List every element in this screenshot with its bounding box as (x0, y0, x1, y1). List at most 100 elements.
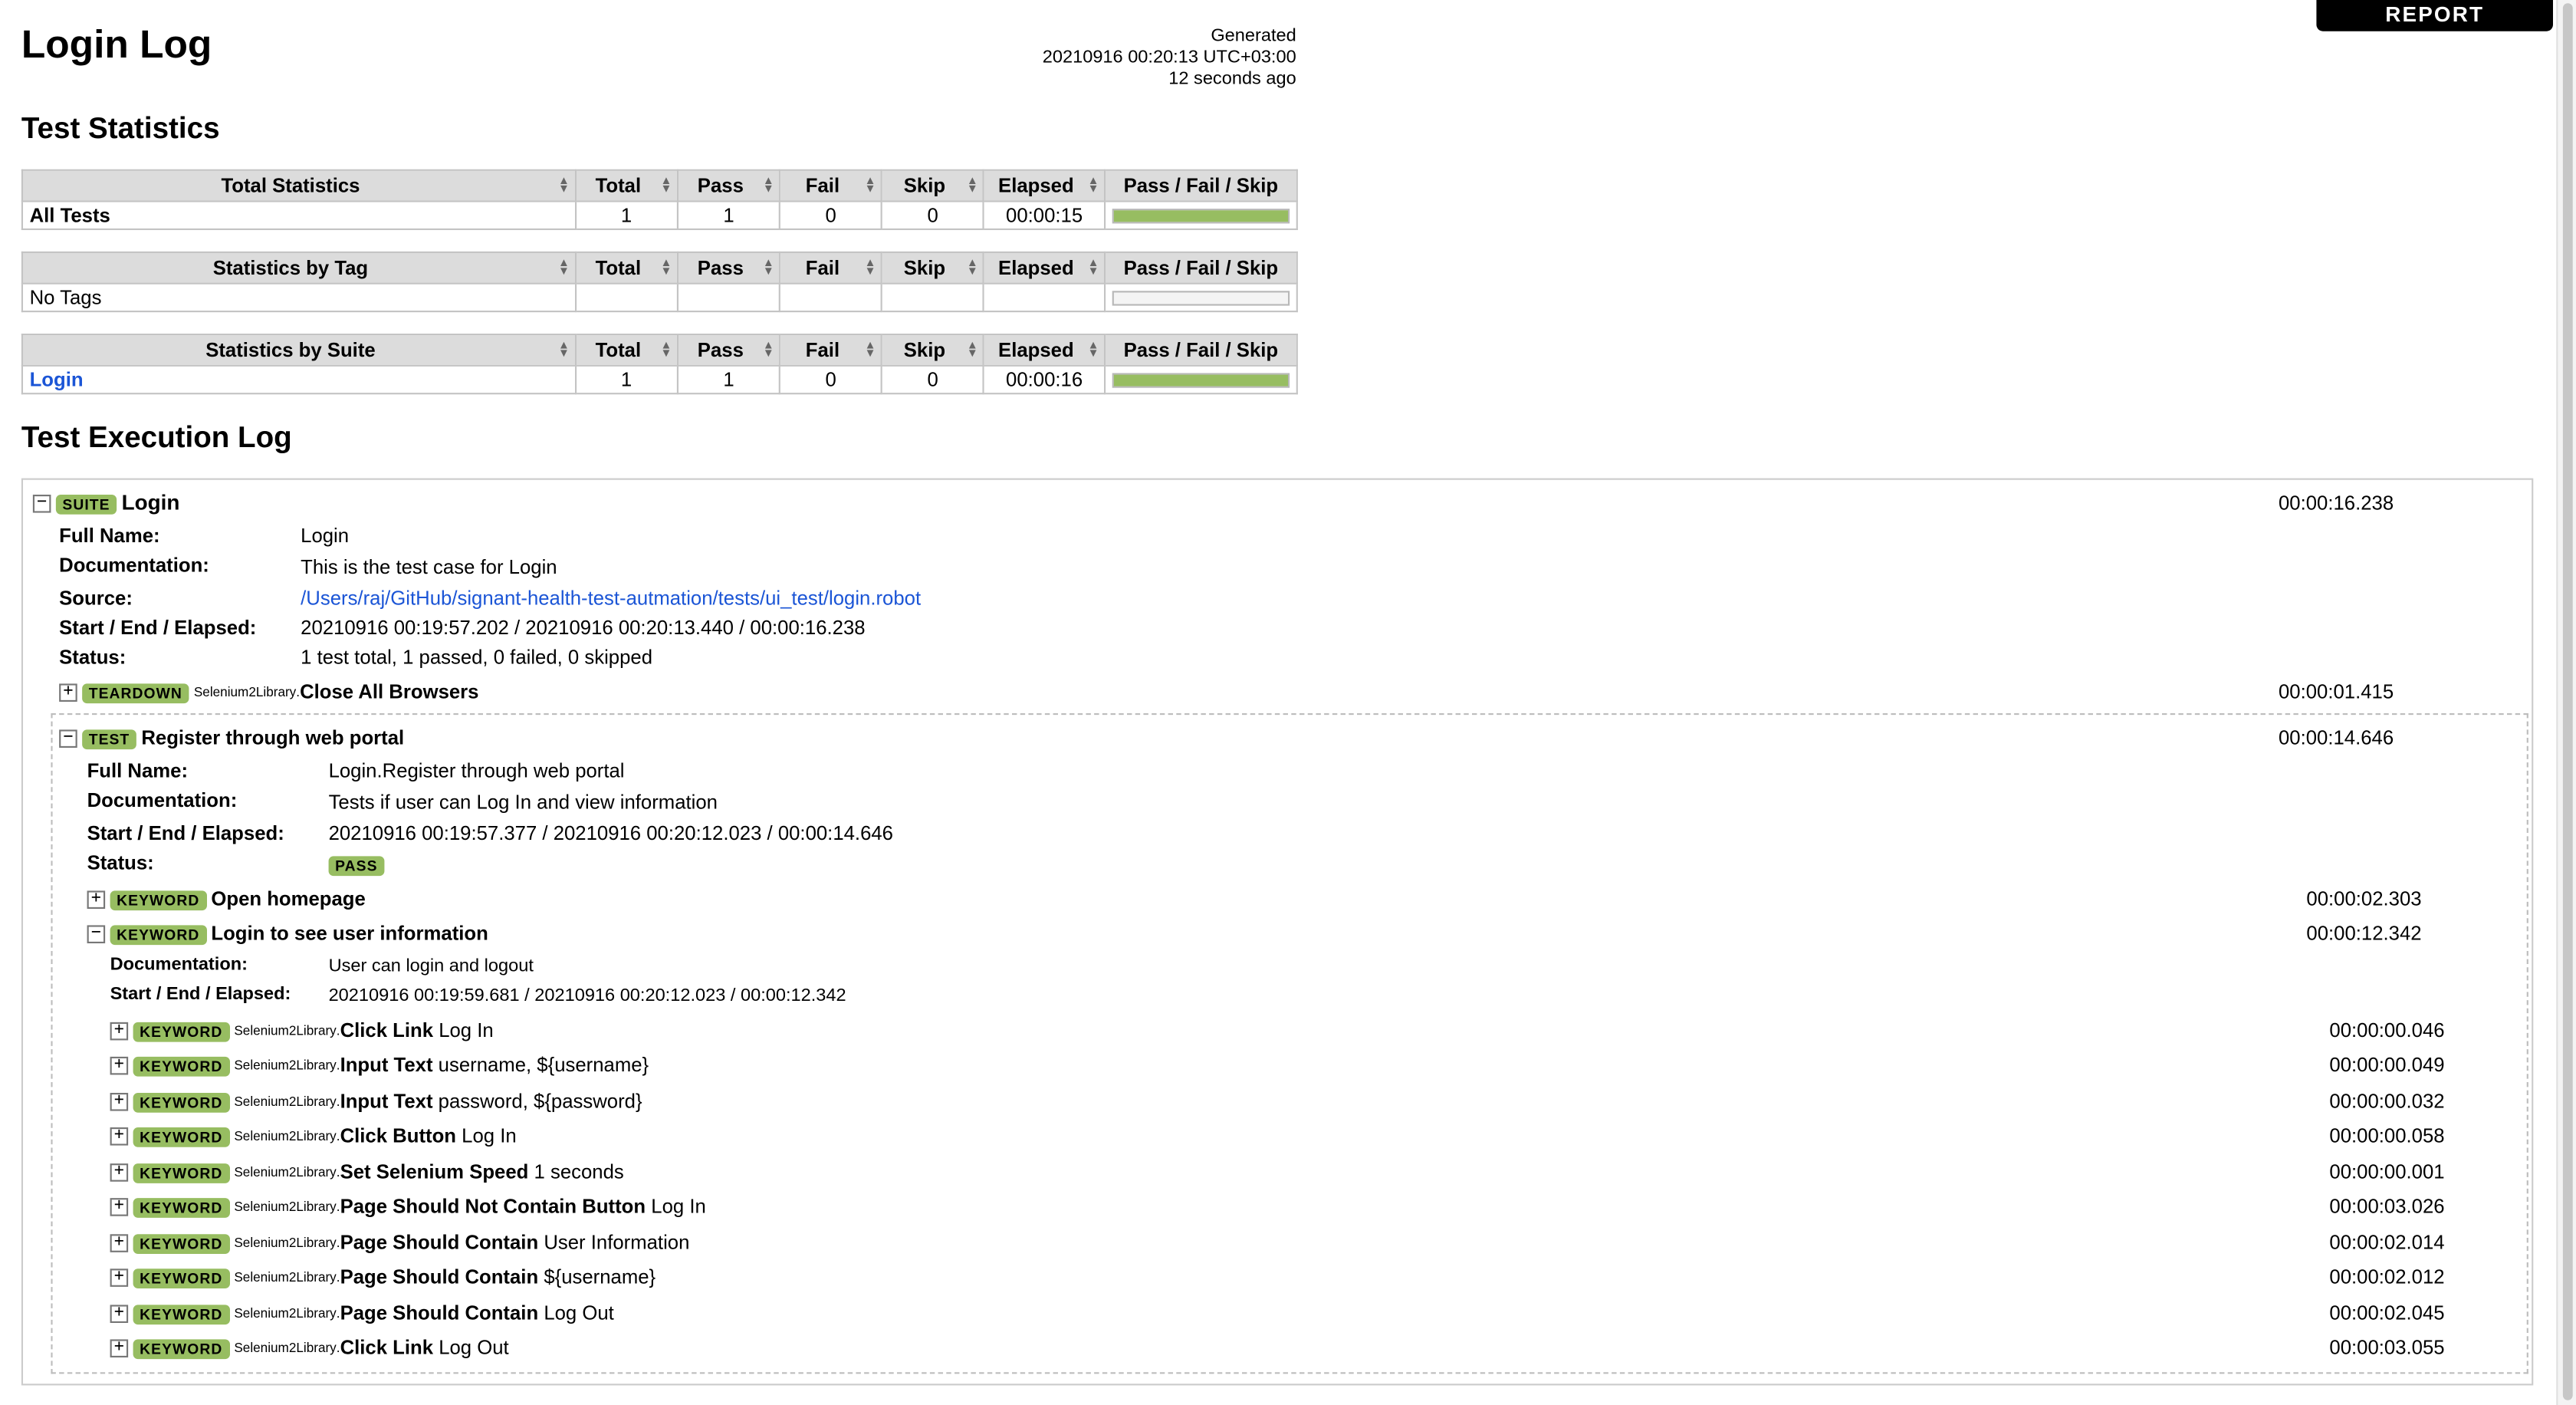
stat-name: All Tests (21, 200, 577, 230)
keyword-elapsed: 00:00:03.055 (2329, 1336, 2445, 1360)
keyword-name: Page Should Contain (340, 1301, 539, 1325)
test-header[interactable]: − TEST Register through web portal 00:00:1… (59, 723, 2527, 753)
table-row: No Tags (21, 282, 1298, 313)
column-header-fail[interactable]: Fail ▲ ▼ (779, 169, 883, 202)
keyword-name: Page Should Not Contain Button (340, 1194, 646, 1218)
suite-statistics-table: Statistics by Suite ▲ ▼ Total ▲ ▼ Pass ▲ ▼ Fai… (21, 333, 1298, 395)
suite-full-name: Login (301, 524, 350, 548)
keyword-metadata: Documentation: User can login and logout… (110, 955, 1424, 1014)
stat-total: 1 (574, 364, 678, 395)
keyword-open-homepage[interactable]: + KEYWORD Open homepage 00:00:02.303 (87, 884, 2527, 914)
keyword-elapsed: 00:00:00.058 (2329, 1124, 2445, 1147)
status-label: Status: (87, 851, 154, 874)
list-item[interactable]: + KEYWORD Selenium2Library.Input Text user… (110, 1050, 2527, 1080)
list-item[interactable]: + KEYWORD Selenium2Library.Page Should Con… (110, 1228, 2527, 1258)
keyword-badge: KEYWORD (133, 1233, 229, 1254)
list-item[interactable]: + KEYWORD Selenium2Library.Input Text pass… (110, 1086, 2527, 1116)
keyword-args: username, ${username} (438, 1053, 649, 1077)
column-header-total[interactable]: Total ▲ ▼ (574, 251, 678, 285)
list-item[interactable]: + KEYWORD Selenium2Library.Click Button Lo… (110, 1120, 2527, 1150)
page-title: Login Log (21, 23, 212, 67)
library-name: Selenium2Library (234, 1094, 337, 1110)
list-item[interactable]: + KEYWORD Selenium2Library.Click Link Log … (110, 1333, 2527, 1363)
expand-icon[interactable]: + (110, 1056, 129, 1076)
keyword-name: Login to see user information (211, 922, 488, 946)
test-elapsed: 00:00:14.646 (2278, 726, 2394, 750)
suite-start-end: 20210916 00:19:57.202 / 20210916 00:20:1… (301, 616, 866, 640)
expand-icon[interactable]: + (59, 683, 77, 702)
keyword-args: Log Out (544, 1301, 614, 1325)
keyword-badge: KEYWORD (110, 890, 206, 910)
test-full-name: Login.Register through web portal (328, 758, 625, 782)
stat-fail: 0 (779, 364, 883, 395)
library-name: Selenium2Library (234, 1236, 337, 1251)
test-metadata: Full Name: Login.Register through web po… (87, 759, 1401, 881)
keyword-args: ${username} (544, 1265, 656, 1288)
keyword-name: Input Text (340, 1089, 433, 1113)
library-name: Selenium2Library (234, 1164, 337, 1180)
keyword-badge: KEYWORD (133, 1305, 229, 1324)
sort-arrows-icon: ▲ ▼ (966, 340, 978, 360)
suite-source-link[interactable]: /Users/raj/GitHub/signant-health-test-au… (301, 587, 921, 610)
suite-link-login[interactable]: Login (30, 368, 84, 391)
vertical-scrollbar[interactable] (2556, 0, 2576, 1405)
expand-icon[interactable]: + (110, 1234, 129, 1253)
column-header-skip[interactable]: Skip ▲ ▼ (880, 333, 985, 367)
column-header-elapsed[interactable]: Elapsed ▲ ▼ (983, 333, 1106, 367)
expand-icon[interactable]: + (110, 1268, 129, 1288)
pass-badge: PASS (328, 856, 385, 876)
column-header-skip[interactable]: Skip ▲ ▼ (880, 251, 985, 285)
column-header-fail[interactable]: Fail ▲ ▼ (779, 333, 883, 367)
table-row[interactable]: Login 1 1 0 0 00:00:16 (21, 364, 1298, 395)
list-item[interactable]: + KEYWORD Selenium2Library.Page Should Con… (110, 1262, 2527, 1292)
keyword-elapsed: 00:00:00.001 (2329, 1160, 2445, 1183)
sort-arrows-icon: ▲ ▼ (660, 340, 672, 360)
teardown-row[interactable]: + TEARDOWN Selenium2Library.Close All Brow… (59, 677, 2522, 707)
expand-icon[interactable]: + (110, 1339, 129, 1358)
list-item[interactable]: + KEYWORD Selenium2Library.Click Link Log … (110, 1015, 2527, 1045)
start-end-label: Start / End / Elapsed: (59, 616, 257, 640)
column-header-skip[interactable]: Skip ▲ ▼ (880, 169, 985, 202)
sort-arrows-icon: ▲ ▼ (1087, 258, 1099, 278)
keyword-login-info[interactable]: − KEYWORD Login to see user information 00… (87, 919, 2527, 949)
expand-icon[interactable]: + (110, 1305, 129, 1324)
column-header-fail[interactable]: Fail ▲ ▼ (779, 251, 883, 285)
column-header-pass[interactable]: Pass ▲ ▼ (676, 251, 781, 285)
column-header-elapsed[interactable]: Elapsed ▲ ▼ (983, 169, 1106, 202)
expand-icon[interactable]: + (87, 890, 106, 910)
column-header-total[interactable]: Total ▲ ▼ (574, 333, 678, 367)
execution-log: − SUITE Login 00:00:16.238 Full Name: Logi… (21, 478, 2534, 1386)
keyword-badge: KEYWORD (133, 1056, 229, 1077)
collapse-icon[interactable]: − (87, 925, 106, 944)
column-header-pass[interactable]: Pass ▲ ▼ (676, 169, 781, 202)
list-item[interactable]: + KEYWORD Selenium2Library.Page Should Not… (110, 1192, 2527, 1222)
collapse-icon[interactable]: − (32, 495, 51, 514)
column-header-name[interactable]: Total Statistics ▲ ▼ (21, 169, 577, 202)
keyword-badge: KEYWORD (133, 1197, 229, 1218)
sort-arrows-icon: ▲ ▼ (864, 340, 876, 360)
expand-icon[interactable]: + (110, 1093, 129, 1112)
column-header-elapsed[interactable]: Elapsed ▲ ▼ (983, 251, 1106, 285)
list-item[interactable]: + KEYWORD Selenium2Library.Set Selenium Sp… (110, 1157, 2527, 1187)
column-header-pass[interactable]: Pass ▲ ▼ (676, 333, 781, 367)
table-row[interactable]: All Tests 1 1 0 0 00:00:15 (21, 200, 1298, 230)
scrollbar-thumb[interactable] (2562, 3, 2573, 1400)
keyword-elapsed: 00:00:00.032 (2329, 1089, 2445, 1113)
column-header-name[interactable]: Statistics by Suite ▲ ▼ (21, 333, 577, 367)
keyword-name: Page Should Contain (340, 1231, 539, 1254)
suite-header[interactable]: − SUITE Login 00:00:16.238 (32, 488, 2522, 518)
expand-icon[interactable]: + (110, 1127, 129, 1147)
report-link[interactable]: REPORT (2316, 0, 2553, 31)
suite-name: Login (121, 489, 180, 515)
list-item[interactable]: + KEYWORD Selenium2Library.Page Should Con… (110, 1298, 2527, 1328)
column-header-total[interactable]: Total ▲ ▼ (574, 169, 678, 202)
expand-icon[interactable]: + (110, 1022, 129, 1041)
collapse-icon[interactable]: − (59, 729, 77, 749)
expand-icon[interactable]: + (110, 1163, 129, 1183)
stat-pass: 1 (676, 200, 781, 230)
column-header-name[interactable]: Statistics by Tag ▲ ▼ (21, 251, 577, 285)
total-statistics-table: Total Statistics ▲ ▼ Total ▲ ▼ Pass ▲ ▼ Fail ▲ ▼… (21, 169, 1298, 230)
keyword-name: Set Selenium Speed (340, 1160, 529, 1183)
expand-icon[interactable]: + (110, 1198, 129, 1217)
test-documentation: Tests if user can Log In and view inform… (328, 790, 718, 814)
